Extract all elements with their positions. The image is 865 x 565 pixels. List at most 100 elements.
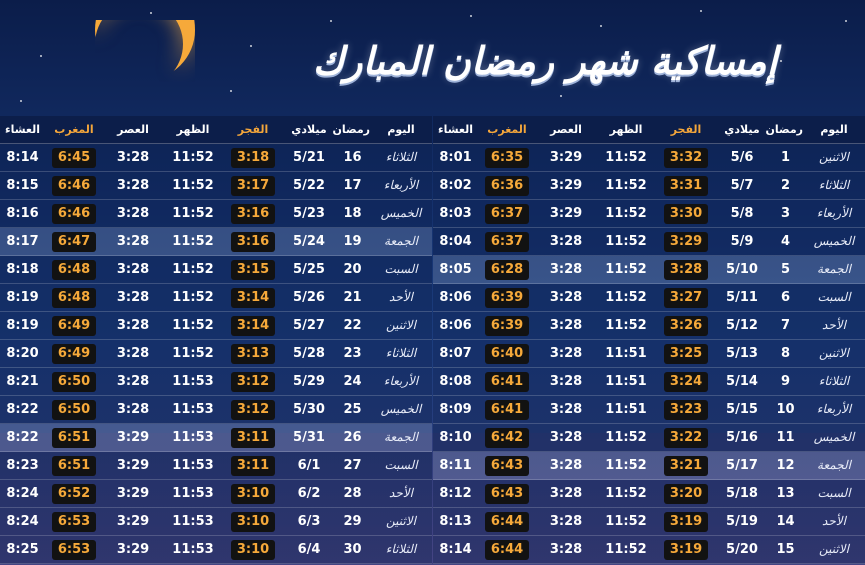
day-cell: الثلاثاء (818, 374, 850, 388)
gregorian-date-cell: 6/4 (297, 542, 321, 557)
isha-time-cell: 8:17 (6, 234, 39, 249)
gregorian-date-cell: 5/24 (293, 234, 325, 249)
gregorian-date-cell: 5/11 (726, 290, 758, 305)
asr-time-cell: 3:28 (549, 430, 583, 445)
day-cell: الخميس (380, 402, 422, 416)
table-row: الثلاثاء 2 5/7 3:31 11:52 3:29 6:36 8:02 (433, 172, 865, 200)
gregorian-date-cell: 6/1 (297, 458, 321, 473)
asr-time-cell: 3:29 (549, 150, 583, 165)
fajr-time-badge: 3:32 (663, 148, 709, 168)
isha-time-cell: 8:21 (6, 374, 39, 389)
fajr-time-badge: 3:16 (230, 204, 276, 224)
gregorian-date-cell: 6/3 (297, 514, 321, 529)
maghrib-time-cell: 6:43 (478, 480, 536, 507)
fajr-time-cell: 3:30 (656, 200, 716, 227)
fajr-time-cell: 3:12 (223, 368, 283, 395)
maghrib-time-badge: 6:41 (484, 372, 530, 392)
table-row: السبت 13 5/18 3:20 11:52 3:28 6:43 8:12 (433, 480, 865, 508)
schedule-table-days-1-15: اليوم رمضان ميلادي الفجر الظهر العصر الم… (433, 116, 865, 565)
gregorian-date-cell: 5/6 (730, 150, 754, 165)
fajr-time-cell: 3:31 (656, 172, 716, 199)
fajr-time-cell: 3:14 (223, 312, 283, 339)
gregorian-date-cell: 5/21 (293, 150, 325, 165)
fajr-time-badge: 3:14 (230, 288, 276, 308)
asr-time-cell: 3:29 (116, 514, 150, 529)
fajr-time-badge: 3:12 (230, 372, 276, 392)
fajr-time-cell: 3:29 (656, 228, 716, 255)
maghrib-time-badge: 6:37 (484, 204, 530, 224)
day-cell: السبت (817, 290, 851, 304)
maghrib-time-cell: 6:42 (478, 424, 536, 451)
isha-time-cell: 8:02 (439, 178, 472, 193)
day-cell: الخميس (380, 206, 422, 220)
day-cell: الاثنين (819, 150, 849, 164)
day-cell: الجمعة (817, 458, 851, 472)
fajr-time-cell: 3:18 (223, 144, 283, 171)
asr-time-cell: 3:29 (549, 206, 583, 221)
asr-time-cell: 3:28 (549, 374, 583, 389)
maghrib-time-cell: 6:46 (45, 172, 103, 199)
isha-time-cell: 8:03 (439, 206, 472, 221)
table-row: الأحد 7 5/12 3:26 11:52 3:28 6:39 8:06 (433, 312, 865, 340)
isha-time-cell: 8:06 (439, 290, 472, 305)
day-cell: الأربعاء (816, 206, 852, 220)
table-row: الجمعة 19 5/24 3:16 11:52 3:28 6:47 8:17 (0, 228, 432, 256)
isha-time-cell: 8:12 (439, 486, 472, 501)
gregorian-date-cell: 5/10 (726, 262, 758, 277)
fajr-time-cell: 3:24 (656, 368, 716, 395)
asr-time-cell: 3:28 (549, 402, 583, 417)
asr-time-cell: 3:28 (116, 206, 150, 221)
table-row: السبت 27 6/1 3:11 11:53 3:29 6:51 8:23 (0, 452, 432, 480)
ramadan-day-cell: 27 (343, 458, 362, 473)
maghrib-time-badge: 6:52 (51, 484, 97, 504)
isha-time-cell: 8:14 (6, 150, 39, 165)
maghrib-time-badge: 6:49 (51, 316, 97, 336)
gregorian-date-cell: 5/15 (726, 402, 758, 417)
maghrib-time-cell: 6:37 (478, 228, 536, 255)
maghrib-time-cell: 6:50 (45, 396, 103, 423)
fajr-time-badge: 3:27 (663, 288, 709, 308)
fajr-time-badge: 3:30 (663, 204, 709, 224)
fajr-time-cell: 3:16 (223, 228, 283, 255)
header-fajr: الفجر (670, 123, 702, 136)
day-cell: الاثنين (819, 346, 849, 360)
table-row: الأحد 14 5/19 3:19 11:52 3:28 6:44 8:13 (433, 508, 865, 536)
asr-time-cell: 3:28 (116, 234, 150, 249)
dhuhr-time-cell: 11:52 (605, 542, 647, 557)
header-maghrib: المغرب (487, 123, 527, 136)
header-gregorian: ميلادي (291, 123, 327, 136)
header-day: اليوم (820, 123, 848, 136)
asr-time-cell: 3:28 (116, 178, 150, 193)
fajr-time-cell: 3:14 (223, 284, 283, 311)
fajr-time-badge: 3:10 (230, 484, 276, 504)
fajr-time-badge: 3:10 (230, 540, 276, 560)
day-cell: الاثنين (386, 514, 416, 528)
table-row: السبت 20 5/25 3:15 11:52 3:28 6:48 8:18 (0, 256, 432, 284)
ramadan-day-cell: 5 (780, 262, 791, 277)
fajr-time-badge: 3:11 (230, 428, 276, 448)
ramadan-day-cell: 9 (780, 374, 791, 389)
gregorian-date-cell: 5/23 (293, 206, 325, 221)
table-row: الأحد 28 6/2 3:10 11:53 3:29 6:52 8:24 (0, 480, 432, 508)
asr-time-cell: 3:29 (116, 430, 150, 445)
maghrib-time-badge: 6:47 (51, 232, 97, 252)
gregorian-date-cell: 5/12 (726, 318, 758, 333)
day-cell: السبت (384, 458, 418, 472)
isha-time-cell: 8:24 (6, 514, 39, 529)
dhuhr-time-cell: 11:52 (605, 206, 647, 221)
ramadan-day-cell: 21 (343, 290, 362, 305)
day-cell: الأربعاء (383, 374, 419, 388)
maghrib-time-cell: 6:43 (478, 452, 536, 479)
table-row: الخميس 25 5/30 3:12 11:53 3:28 6:50 8:22 (0, 396, 432, 424)
isha-time-cell: 8:07 (439, 346, 472, 361)
maghrib-time-cell: 6:41 (478, 396, 536, 423)
isha-time-cell: 8:11 (439, 458, 472, 473)
dhuhr-time-cell: 11:52 (605, 262, 647, 277)
fajr-time-cell: 3:10 (223, 480, 283, 507)
dhuhr-time-cell: 11:52 (172, 346, 214, 361)
day-cell: الثلاثاء (385, 542, 417, 556)
table-row: الاثنين 29 6/3 3:10 11:53 3:29 6:53 8:24 (0, 508, 432, 536)
day-cell: الأحد (822, 514, 846, 528)
day-cell: الأربعاء (816, 402, 852, 416)
ramadan-day-cell: 20 (343, 262, 362, 277)
